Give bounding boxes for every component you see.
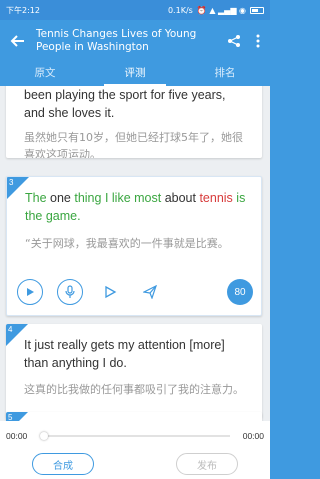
- back-arrow-icon[interactable]: [0, 20, 36, 62]
- sentence-number: 5: [8, 413, 13, 421]
- play-recording-button[interactable]: [97, 279, 123, 305]
- word-segment: I like most: [104, 191, 162, 205]
- progress-knob[interactable]: [40, 432, 48, 440]
- tab-ranking[interactable]: 排名: [180, 62, 270, 86]
- sentence-card[interactable]: 5: [6, 412, 262, 421]
- word-segment: tennis: [199, 191, 233, 205]
- signal-icons: ⏰ ▲ ▂▄▆ ◉: [196, 5, 246, 15]
- share-icon[interactable]: [222, 20, 246, 62]
- status-time: 下午2:12: [6, 5, 40, 15]
- current-time: 00:00: [6, 431, 28, 441]
- word-segment: thing: [74, 191, 102, 205]
- sentence-number: 3: [9, 178, 14, 187]
- word-segment: one: [46, 191, 75, 205]
- sentence-list[interactable]: been playing the sport for five years, a…: [0, 86, 270, 421]
- record-button[interactable]: [57, 279, 83, 305]
- sentence-controls: 80: [17, 276, 253, 308]
- sentence-card[interactable]: been playing the sport for five years, a…: [6, 86, 262, 158]
- tab-evaluation[interactable]: 评测: [90, 62, 180, 86]
- battery-icon: [250, 6, 264, 14]
- sentence-chinese: “关于网球，我最喜欢的一件事就是比赛。: [25, 237, 229, 250]
- tab-original[interactable]: 原文: [0, 62, 90, 86]
- word-segment: about: [161, 191, 200, 205]
- send-icon[interactable]: [137, 279, 163, 305]
- sentence-english: been playing the sport for five years, a…: [24, 88, 226, 120]
- publish-button[interactable]: 发布: [176, 453, 238, 475]
- total-time: 00:00: [242, 431, 264, 441]
- sentence-number: 4: [8, 325, 13, 334]
- sentence-english-scored: The one thing I like most about tennis i…: [7, 177, 261, 225]
- status-bar: 下午2:12 0.1K/s ⏰ ▲ ▂▄▆ ◉: [0, 0, 270, 20]
- compose-button[interactable]: 合成: [32, 453, 94, 475]
- score-badge: 80: [227, 279, 253, 305]
- more-vertical-icon[interactable]: [246, 20, 270, 62]
- sentence-chinese: 这真的比我做的任何事都吸引了我的注意力。: [24, 383, 244, 396]
- sentence-chinese: 虽然她只有10岁，但她已经打球5年了，她很喜欢这项运动。: [24, 131, 243, 158]
- sentence-card-active[interactable]: 3 The one thing I like most about tennis…: [6, 176, 262, 316]
- sentence-card[interactable]: 4 It just really gets my attention [more…: [6, 324, 262, 418]
- progress-track[interactable]: [40, 432, 230, 440]
- sentence-english: It just really gets my attention [more] …: [24, 338, 225, 370]
- bottom-bar: 00:00 00:00 合成 发布: [0, 421, 270, 479]
- tab-bar: 原文 评测 排名: [0, 62, 270, 86]
- status-right: 0.1K/s ⏰ ▲ ▂▄▆ ◉: [168, 6, 264, 15]
- page-title: Tennis Changes Lives of Young People in …: [36, 28, 197, 53]
- network-speed: 0.1K/s: [167, 5, 193, 15]
- app-bar: Tennis Changes Lives of Young People in …: [0, 20, 270, 62]
- play-original-button[interactable]: [17, 279, 43, 305]
- player-progress: 00:00 00:00: [0, 427, 270, 445]
